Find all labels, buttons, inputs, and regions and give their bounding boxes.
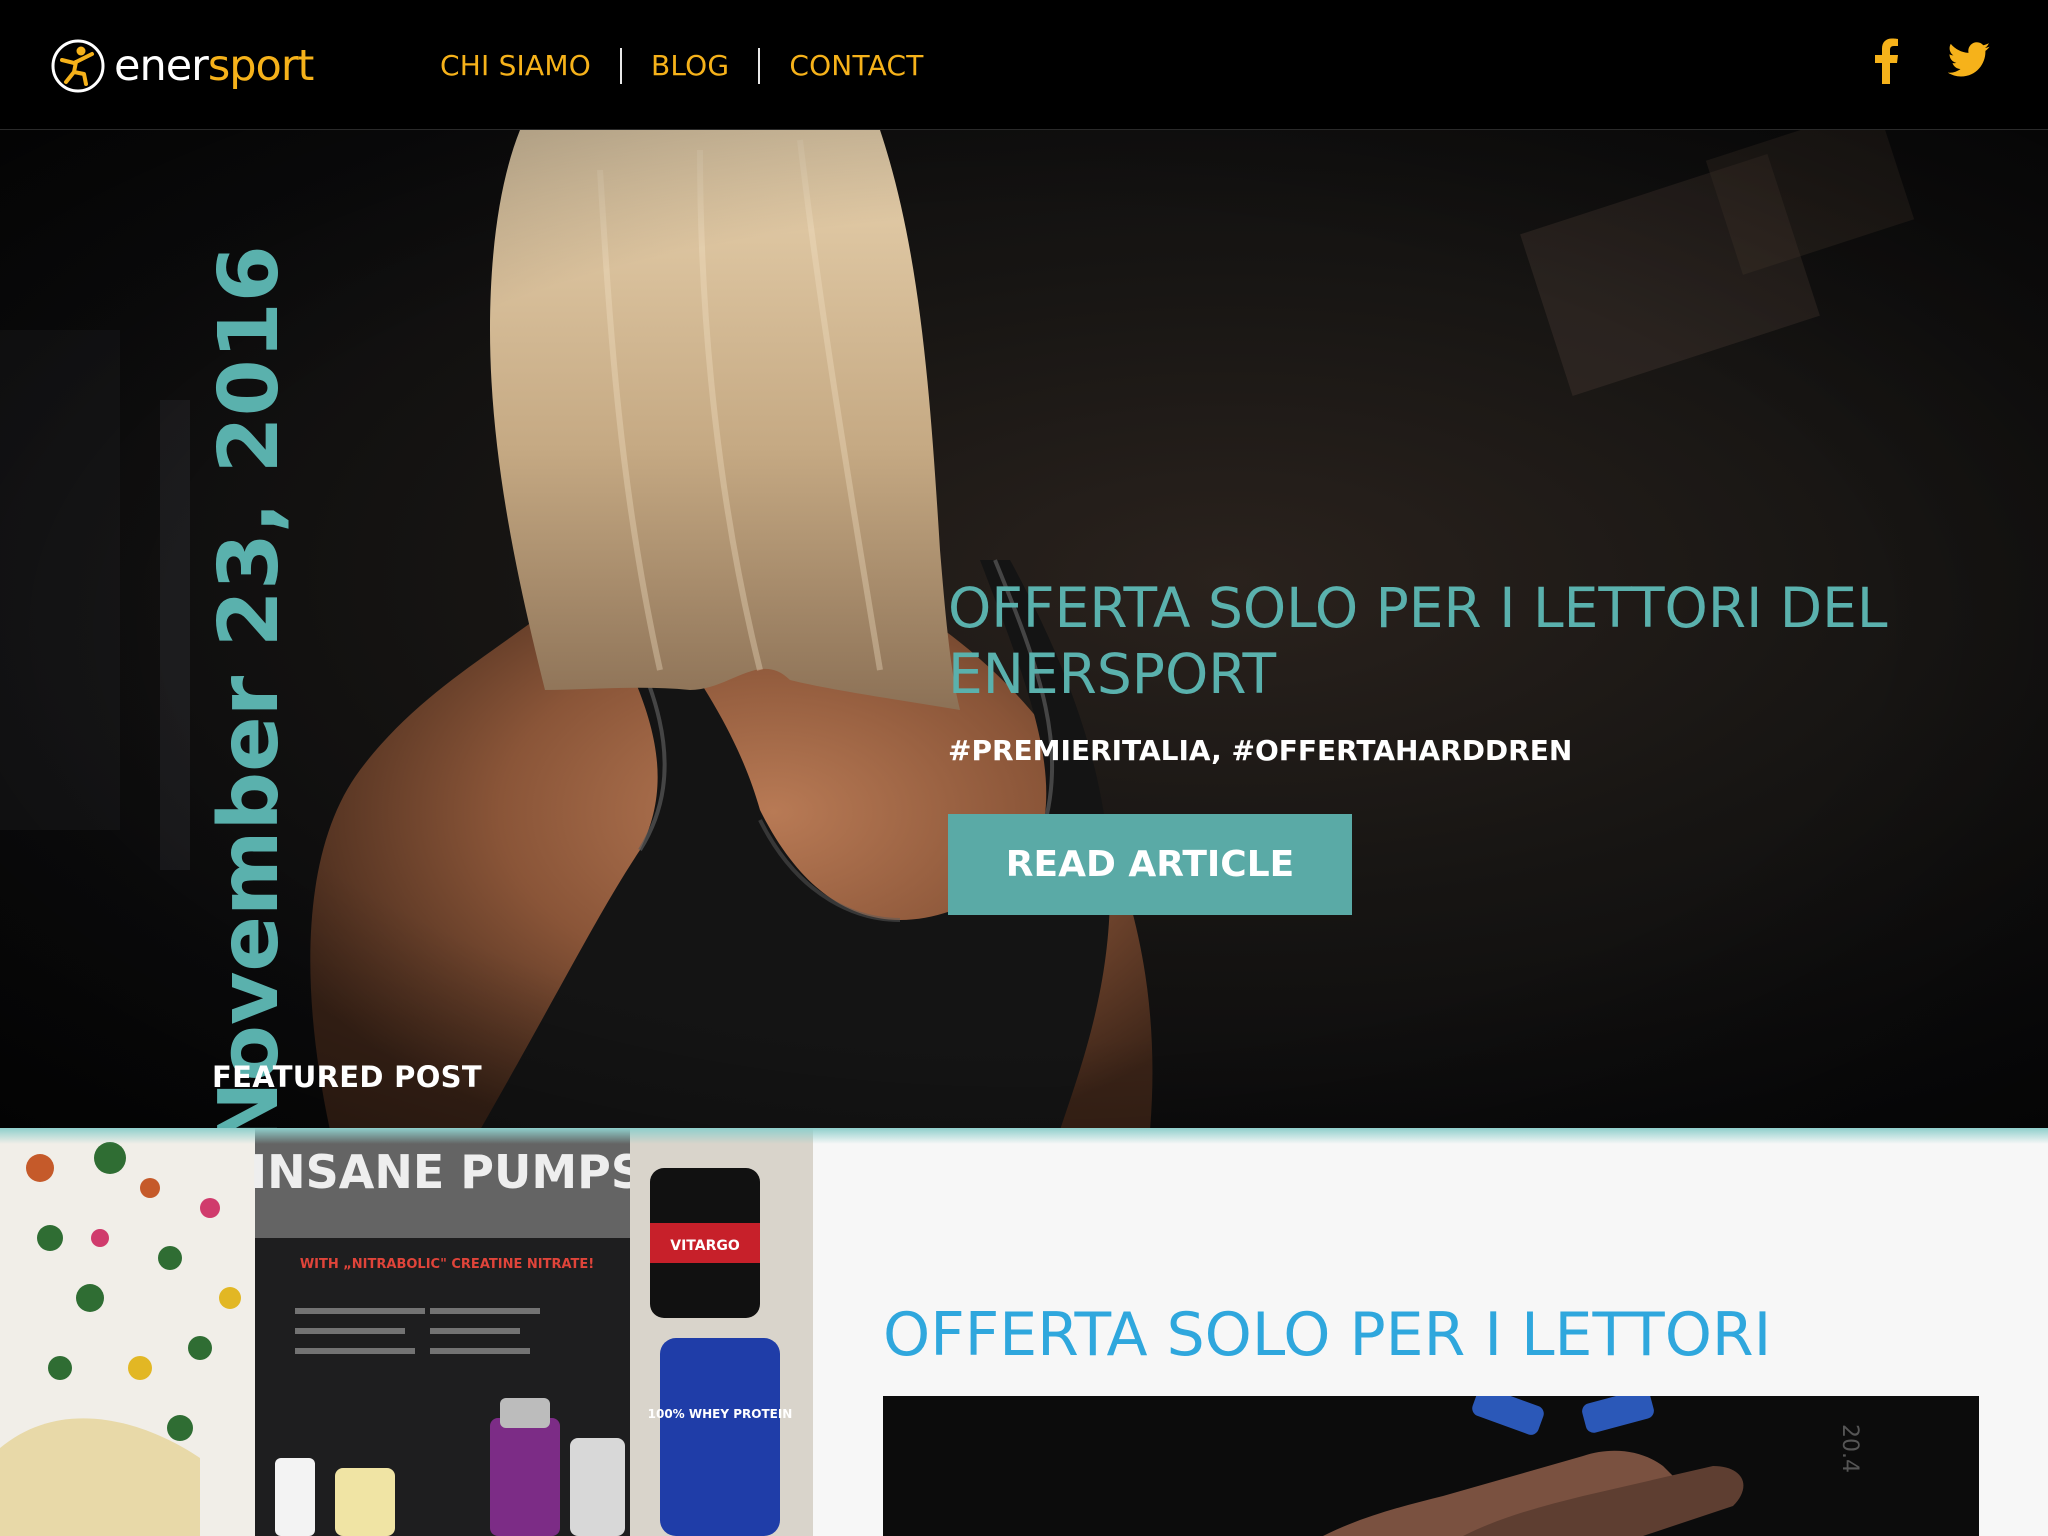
enersport-logo[interactable]: enersport bbox=[50, 38, 315, 94]
featured-post-label: FEATURED POST bbox=[212, 1060, 482, 1094]
main-nav: CHI SIAMO BLOG CONTACT bbox=[420, 47, 953, 85]
twitter-icon[interactable] bbox=[1948, 42, 1990, 80]
nitrate-subtitle-text: WITH „NITRABOLIC" CREATINE NITRATE! bbox=[300, 1257, 594, 1272]
site-header: enersport CHI SIAMO BLOG CONTACT bbox=[0, 0, 2048, 130]
facebook-icon[interactable] bbox=[1874, 38, 1898, 84]
logo-wordmark-sport: sport bbox=[207, 41, 315, 91]
second-post-image[interactable]: 20.4 bbox=[883, 1396, 1979, 1536]
second-post-title[interactable]: OFFERTA SOLO PER I LETTORI bbox=[883, 1300, 1771, 1370]
nav-item-chi-siamo[interactable]: CHI SIAMO bbox=[420, 47, 620, 85]
nav-item-contact[interactable]: CONTACT bbox=[760, 47, 952, 85]
supplements-illustration: INSANE PUMPS WITH „NITRABOLIC" CREATINE … bbox=[0, 1128, 813, 1536]
logo-wordmark: enersport bbox=[114, 38, 315, 94]
featured-hero: November 23, 2016 FEATURED POST OFFERTA … bbox=[0, 130, 2048, 1128]
post-date-wrapper: November 23, 2016 bbox=[195, 245, 305, 1128]
logo-wordmark-ener: ener bbox=[114, 41, 209, 91]
post-date: November 23, 2016 bbox=[202, 245, 297, 1128]
read-article-button[interactable]: READ ARTICLE bbox=[948, 814, 1352, 915]
nav-item-blog[interactable]: BLOG bbox=[622, 47, 758, 85]
image-measurement-label: 20.4 bbox=[1837, 1424, 1862, 1473]
vitargo-label: VITARGO bbox=[670, 1238, 740, 1254]
supplements-image[interactable]: INSANE PUMPS WITH „NITRABOLIC" CREATINE … bbox=[0, 1128, 813, 1536]
second-post-section: INSANE PUMPS WITH „NITRABOLIC" CREATINE … bbox=[0, 1128, 2048, 1536]
post-tags: #PREMIERITALIA, #OFFERTAHARDDREN bbox=[948, 734, 1573, 767]
insane-pumps-text: INSANE PUMPS bbox=[250, 1145, 644, 1199]
section-divider bbox=[0, 1128, 2048, 1144]
whey-label: 100% WHEY PROTEIN bbox=[648, 1407, 793, 1421]
featured-post-title[interactable]: OFFERTA SOLO PER I LETTORI DEL ENERSPORT bbox=[948, 575, 2008, 707]
social-links bbox=[1874, 38, 1990, 84]
exercise-photo: 20.4 bbox=[883, 1396, 1979, 1536]
runner-logo-icon bbox=[51, 39, 105, 93]
